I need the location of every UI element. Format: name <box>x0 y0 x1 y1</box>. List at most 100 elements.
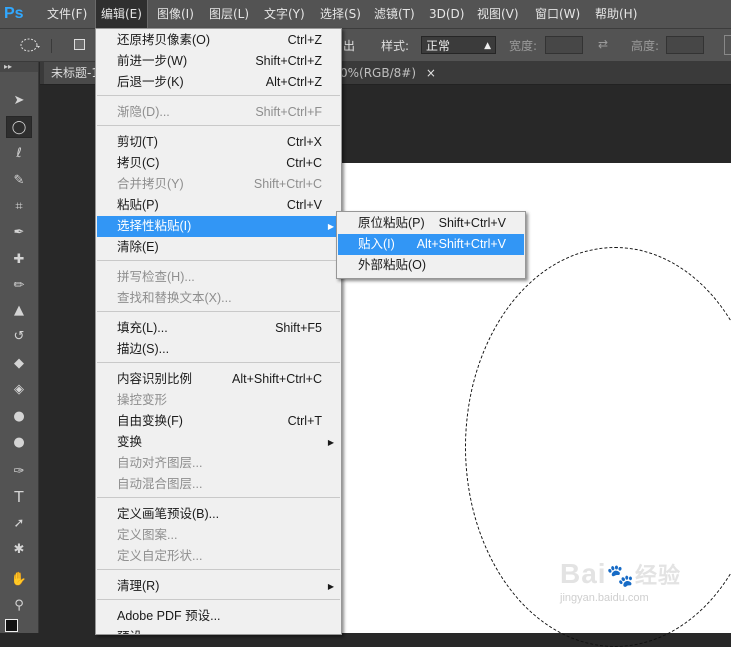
edit-menu-item[interactable]: 剪切(T) Ctrl+X <box>97 132 340 153</box>
hand-tool-icon-glyph: ✋ <box>10 571 28 587</box>
healing-brush-tool-icon[interactable]: ✚ <box>6 248 32 270</box>
menu-view[interactable]: 视图(V) <box>472 0 524 28</box>
menu-bar: Ps 文件(F) 编辑(E) 图像(I) 图层(L) 文字(Y) 选择(S) 滤… <box>0 0 731 29</box>
edit-menu-item[interactable]: 定义画笔预设(B)... <box>97 504 340 525</box>
menu-separator <box>97 311 340 312</box>
refine-edge-button[interactable] <box>724 35 731 55</box>
dodge-tool-icon-glyph: ● <box>13 434 25 450</box>
menu-filter[interactable]: 滤镜(T) <box>369 0 420 28</box>
menu-item-label: 定义图案... <box>117 528 178 542</box>
elliptical-marquee-tool-icon[interactable]: ◯ <box>6 116 32 138</box>
lasso-tool-icon-glyph: ℓ <box>16 145 22 161</box>
menu-item-shortcut: Ctrl+V <box>286 198 322 212</box>
menu-item-label: 合并拷贝(Y) <box>117 177 184 191</box>
hand-tool-icon[interactable]: ✋ <box>6 568 32 590</box>
edit-menu-item: 自动混合图层... <box>97 474 340 495</box>
paste-special-item[interactable]: 贴入(I) Alt+Shift+Ctrl+V <box>338 234 524 255</box>
menu-item-shortcut: Ctrl+Z <box>287 33 322 47</box>
zoom-tool-icon[interactable]: ⚲ <box>6 594 32 616</box>
quick-selection-tool-icon[interactable]: ✎ <box>6 169 32 191</box>
edit-menu-item[interactable]: 填充(L)... Shift+F5 <box>97 318 340 339</box>
edit-menu-item[interactable]: 还原拷贝像素(O) Ctrl+Z <box>97 30 340 51</box>
menu-type[interactable]: 文字(Y) <box>259 0 310 28</box>
width-label: 宽度: <box>509 39 538 53</box>
menu-item-shortcut: Ctrl+T <box>287 414 322 428</box>
swap-width-height-icon[interactable]: ⇄ <box>598 37 608 51</box>
type-tool-icon[interactable]: T <box>6 486 32 508</box>
paste-special-item[interactable]: 外部粘贴(O) <box>338 255 524 276</box>
edit-menu-item[interactable]: 后退一步(K) Alt+Ctrl+Z <box>97 72 340 93</box>
panel-collapse-icon[interactable]: ▸▸ <box>0 62 38 72</box>
close-tab-icon[interactable]: × <box>426 66 436 80</box>
paste-special-item[interactable]: 原位粘贴(P) Shift+Ctrl+V <box>338 213 524 234</box>
watermark-logo: Bai <box>560 558 607 589</box>
style-select[interactable]: 正常 ▲ <box>421 36 496 54</box>
menu-item-label: 原位粘贴(P) <box>358 216 425 230</box>
edit-menu-item[interactable]: 预设 ▶ <box>97 627 340 634</box>
menu-help[interactable]: 帮助(H) <box>590 0 642 28</box>
healing-brush-tool-icon-glyph: ✚ <box>13 251 25 267</box>
menu-layer[interactable]: 图层(L) <box>204 0 254 28</box>
menu-image[interactable]: 图像(I) <box>152 0 199 28</box>
menu-item-label: 查找和替换文本(X)... <box>117 291 232 305</box>
history-brush-tool-icon[interactable]: ↺ <box>6 325 32 347</box>
eraser-tool-icon[interactable]: ◆ <box>6 352 32 374</box>
edit-menu-item[interactable]: 粘贴(P) Ctrl+V <box>97 195 340 216</box>
new-selection-icon[interactable] <box>74 39 85 50</box>
menu-separator <box>97 95 340 96</box>
path-selection-tool-icon-glyph: ➚ <box>13 515 25 531</box>
menu-item-label: Adobe PDF 预设... <box>117 609 221 623</box>
watermark-url: jingyan.baidu.com <box>560 592 649 604</box>
antialias-label-fragment: 出 <box>343 39 356 53</box>
menu-item-label: 粘贴(P) <box>117 198 159 212</box>
edit-menu-item[interactable]: 描边(S)... <box>97 339 340 360</box>
edit-menu-item[interactable]: 清理(R) ▶ <box>97 576 340 597</box>
menu-3d[interactable]: 3D(D) <box>424 0 469 28</box>
pen-tool-icon-glyph: ✑ <box>13 463 25 479</box>
edit-menu-item[interactable]: 前进一步(W) Shift+Ctrl+Z <box>97 51 340 72</box>
photoshop-logo: Ps <box>4 5 24 22</box>
move-tool-icon-glyph: ➤ <box>13 92 25 108</box>
width-input[interactable] <box>545 36 583 54</box>
edit-menu-item[interactable]: 选择性粘贴(I) ▶ <box>97 216 340 237</box>
menu-item-shortcut: Shift+Ctrl+Z <box>255 54 322 68</box>
color-swatches-icon[interactable] <box>5 619 18 632</box>
menu-select[interactable]: 选择(S) <box>315 0 366 28</box>
menu-file[interactable]: 文件(F) <box>42 0 92 28</box>
menu-item-label: 预设 <box>117 627 142 634</box>
menu-separator <box>97 569 340 570</box>
edit-menu-item[interactable]: Adobe PDF 预设... <box>97 606 340 627</box>
crop-tool-icon[interactable]: ⌗ <box>6 195 32 217</box>
custom-shape-tool-icon[interactable]: ✱ <box>6 538 32 560</box>
dodge-tool-icon[interactable]: ● <box>6 431 32 453</box>
brush-tool-icon[interactable]: ✏ <box>6 274 32 296</box>
eyedropper-tool-icon[interactable]: ✒ <box>6 221 32 243</box>
menu-item-label: 还原拷贝像素(O) <box>117 33 211 47</box>
edit-menu-item[interactable]: 自由变换(F) Ctrl+T <box>97 411 340 432</box>
ellipse-preset-icon[interactable] <box>20 38 42 52</box>
menu-separator <box>97 362 340 363</box>
menu-item-shortcut: Ctrl+C <box>286 156 322 170</box>
blur-tool-icon[interactable]: ● <box>6 405 32 427</box>
edit-menu-item[interactable]: 变换 ▶ <box>97 432 340 453</box>
menu-item-label: 变换 <box>117 435 143 449</box>
edit-menu-item[interactable]: 清除(E) <box>97 237 340 258</box>
clone-stamp-tool-icon[interactable]: ▲ <box>6 299 32 321</box>
menu-edit[interactable]: 编辑(E) <box>95 0 148 29</box>
path-selection-tool-icon[interactable]: ➚ <box>6 512 32 534</box>
eraser-tool-icon-glyph: ◆ <box>14 355 24 371</box>
lasso-tool-icon[interactable]: ℓ <box>6 142 32 164</box>
menu-window[interactable]: 窗口(W) <box>530 0 585 28</box>
edit-menu-item[interactable]: 拷贝(C) Ctrl+C <box>97 153 340 174</box>
move-tool-icon[interactable]: ➤ <box>6 89 32 111</box>
height-label: 高度: <box>631 39 660 53</box>
style-label: 样式: <box>381 39 410 53</box>
edit-menu-item[interactable]: 内容识别比例 Alt+Shift+Ctrl+C <box>97 369 340 390</box>
pen-tool-icon[interactable]: ✑ <box>6 460 32 482</box>
submenu-arrow-icon: ▶ <box>327 438 334 447</box>
submenu-arrow-icon: ▶ <box>327 222 334 231</box>
paint-bucket-tool-icon[interactable]: ◈ <box>6 378 32 400</box>
menu-separator <box>97 497 340 498</box>
height-input[interactable] <box>666 36 704 54</box>
menu-item-label: 前进一步(W) <box>117 54 188 68</box>
